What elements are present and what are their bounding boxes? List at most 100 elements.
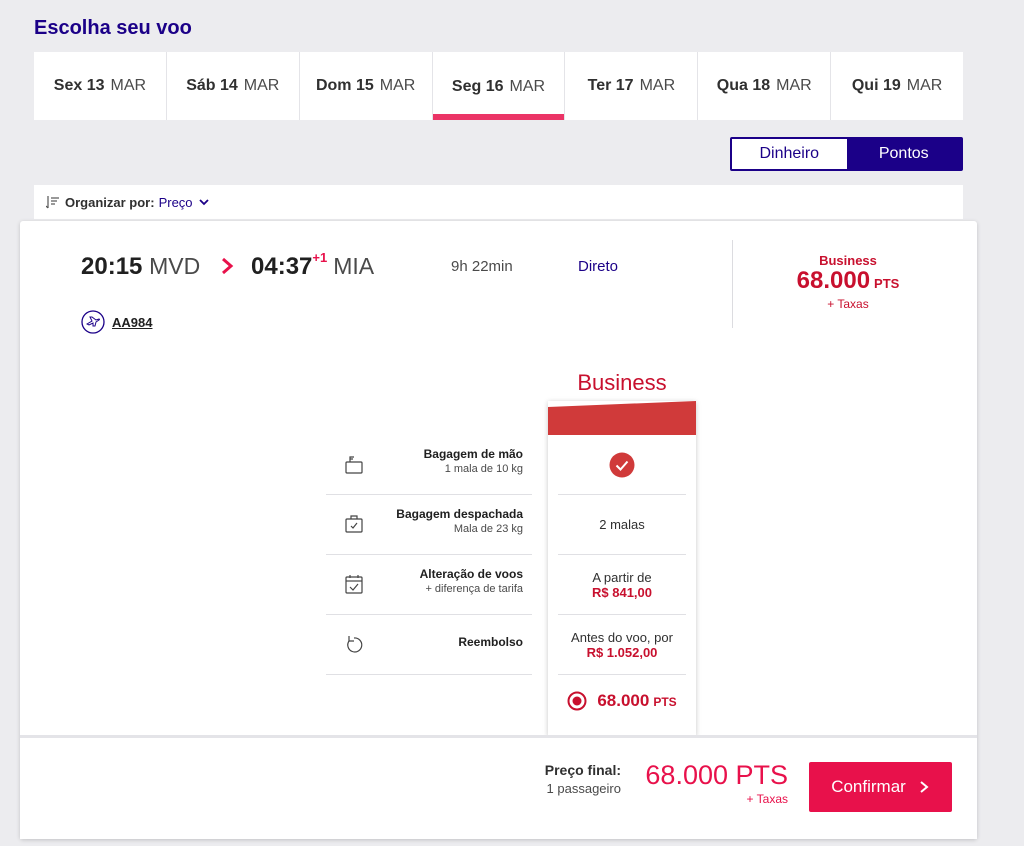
fare-select-price-value: 68.000 — [597, 691, 650, 710]
arrival-time: 04:37 — [251, 253, 313, 280]
final-price: 68.000 PTS + Taxas — [638, 760, 788, 806]
feature-subtitle: Mala de 23 kg — [453, 523, 523, 535]
date-tab-day: Sex 13 — [53, 77, 105, 94]
confirm-label: Confirmar — [831, 777, 906, 796]
arrival-code: MIA — [333, 253, 375, 279]
fare-select-price: 68.000 PTS — [597, 691, 676, 711]
final-price-label: Preço final: 1 passageiro — [544, 762, 621, 796]
refund-icon — [347, 636, 363, 653]
date-tab-month: MAR — [243, 77, 280, 94]
fare-features-list: Bagagem de mão 1 mala de 10 kg Bagagem d… — [326, 435, 532, 675]
fare-cell-price: R$ 1.052,00 — [586, 644, 658, 660]
sort-dropdown[interactable]: Preço — [159, 195, 210, 210]
date-tab-day: Sáb 14 — [186, 77, 238, 94]
price-summary[interactable]: Business 68.000 PTS + Taxas — [750, 253, 946, 311]
feature-title: Alteração de voos — [419, 567, 523, 581]
fare-select-radio[interactable]: 68.000 PTS — [548, 676, 696, 726]
feature-row-refund: Reembolso — [326, 615, 532, 675]
feature-row-checked-bag: Bagagem despachada Mala de 23 kg — [326, 495, 532, 555]
date-tab-day: Dom 15 — [315, 77, 374, 94]
date-tab-15[interactable]: Dom 15 MAR — [300, 52, 433, 120]
date-tab-19[interactable]: Qui 19 MAR — [831, 52, 963, 120]
arrow-right-icon — [222, 257, 234, 275]
passenger-count: 1 passageiro — [546, 781, 621, 796]
calendar-check-icon — [345, 575, 363, 594]
carry-on-bag-icon — [345, 456, 363, 474]
sort-bar: Organizar por: Preço — [34, 185, 963, 219]
date-tabs: Sex 13 MAR Sáb 14 MAR Dom 15 MAR Seg 16 MAR … — [34, 52, 963, 120]
fare-select-price-unit: PTS — [653, 695, 677, 709]
date-tab-month: MAR — [906, 77, 943, 94]
feature-title: Reembolso — [458, 635, 523, 649]
feature-subtitle: 1 mala de 10 kg — [444, 463, 523, 475]
feature-title: Bagagem de mão — [423, 447, 523, 461]
date-tab-16[interactable]: Seg 16 MAR — [432, 52, 566, 120]
fare-cell-value: A partir de — [592, 569, 652, 585]
price-footer: Preço final: 1 passageiro 68.000 PTS + T… — [20, 735, 977, 839]
fare-column-business[interactable]: 2 malas A partir de R$ 841,00 Antes do v… — [548, 401, 696, 744]
flight-stops[interactable]: Direto — [578, 258, 618, 275]
feature-title: Bagagem despachada — [396, 507, 523, 521]
fare-heading: Business — [577, 370, 667, 395]
date-tab-17[interactable]: Ter 17 MAR — [565, 52, 699, 120]
date-tab-month: MAR — [110, 77, 147, 94]
page-title: Escolha seu voo — [34, 17, 192, 39]
summary-taxes: + Taxas — [827, 297, 869, 311]
flight-number-link[interactable]: AA984 — [112, 315, 152, 330]
currency-toggle: Dinheiro Pontos — [730, 137, 963, 171]
date-tab-18[interactable]: Qua 18 MAR — [698, 52, 832, 120]
departure-code: MVD — [149, 253, 201, 279]
points-button[interactable]: Pontos — [846, 139, 961, 169]
final-price-taxes: + Taxas — [746, 792, 788, 806]
date-tab-month: MAR — [639, 77, 676, 94]
arrival-day-offset: +1 — [312, 250, 328, 265]
money-button[interactable]: Dinheiro — [732, 139, 847, 169]
radio-selected-icon — [567, 691, 587, 711]
summary-cabin: Business — [819, 253, 877, 268]
feature-row-carry-on: Bagagem de mão 1 mala de 10 kg — [326, 435, 532, 495]
fare-cell-value: 2 malas — [599, 517, 645, 532]
summary-price: 68.000 PTS — [750, 268, 946, 297]
fare-cell-flight-change: A partir de R$ 841,00 — [558, 555, 686, 615]
chevron-right-icon — [920, 781, 929, 793]
summary-price-value: 68.000 — [796, 267, 871, 294]
fare-cell-value: Antes do voo, por — [571, 629, 673, 645]
arrival: 04:37+1 MIA — [251, 250, 375, 281]
checked-bag-icon — [345, 515, 363, 533]
departure: 20:15 MVD — [81, 253, 200, 281]
flight-card: 20:15 MVD 04:37+1 MIA 9h 22min Direto Bus… — [20, 221, 977, 839]
feature-text: Bagagem de mão 1 mala de 10 kg — [424, 447, 523, 475]
date-tab-14[interactable]: Sáb 14 MAR — [167, 52, 300, 120]
date-tab-month: MAR — [776, 77, 812, 94]
date-tab-13[interactable]: Sex 13 MAR — [34, 52, 167, 120]
date-tab-day: Qua 18 — [716, 77, 771, 94]
summary-price-unit: PTS — [874, 276, 900, 291]
confirm-button[interactable]: Confirmar — [809, 762, 952, 812]
divider — [732, 240, 733, 328]
sort-icon — [46, 196, 59, 209]
sort-value: Preço — [158, 194, 193, 210]
departure-time: 20:15 — [81, 253, 143, 280]
check-icon — [609, 452, 635, 477]
fare-cell-price: R$ 841,00 — [592, 584, 652, 600]
fare-cell-checked-bag: 2 malas — [558, 495, 686, 555]
final-price-title: Preço final: — [544, 762, 621, 778]
fare-header-band — [548, 401, 696, 435]
airline-logo-icon — [81, 310, 105, 334]
date-tab-month: MAR — [509, 78, 546, 95]
final-price-value: 68.000 PTS — [645, 760, 788, 790]
date-tab-month: MAR — [379, 77, 416, 94]
chevron-down-icon — [198, 199, 209, 206]
date-tab-day: Seg 16 — [451, 78, 504, 95]
feature-text: Reembolso — [458, 635, 523, 649]
fare-cell-carry-on — [558, 435, 686, 495]
sort-label: Organizar por: — [65, 194, 155, 210]
feature-text: Bagagem despachada Mala de 23 kg — [396, 507, 523, 535]
date-tab-day: Ter 17 — [587, 77, 634, 94]
feature-text: Alteração de voos + diferença de tarifa — [420, 567, 523, 595]
fare-cell-refund: Antes do voo, por R$ 1.052,00 — [558, 615, 686, 675]
feature-row-flight-change: Alteração de voos + diferença de tarifa — [326, 555, 532, 615]
feature-subtitle: + diferença de tarifa — [425, 583, 523, 595]
date-tab-day: Qui 19 — [851, 77, 901, 94]
flight-duration: 9h 22min — [451, 258, 513, 275]
